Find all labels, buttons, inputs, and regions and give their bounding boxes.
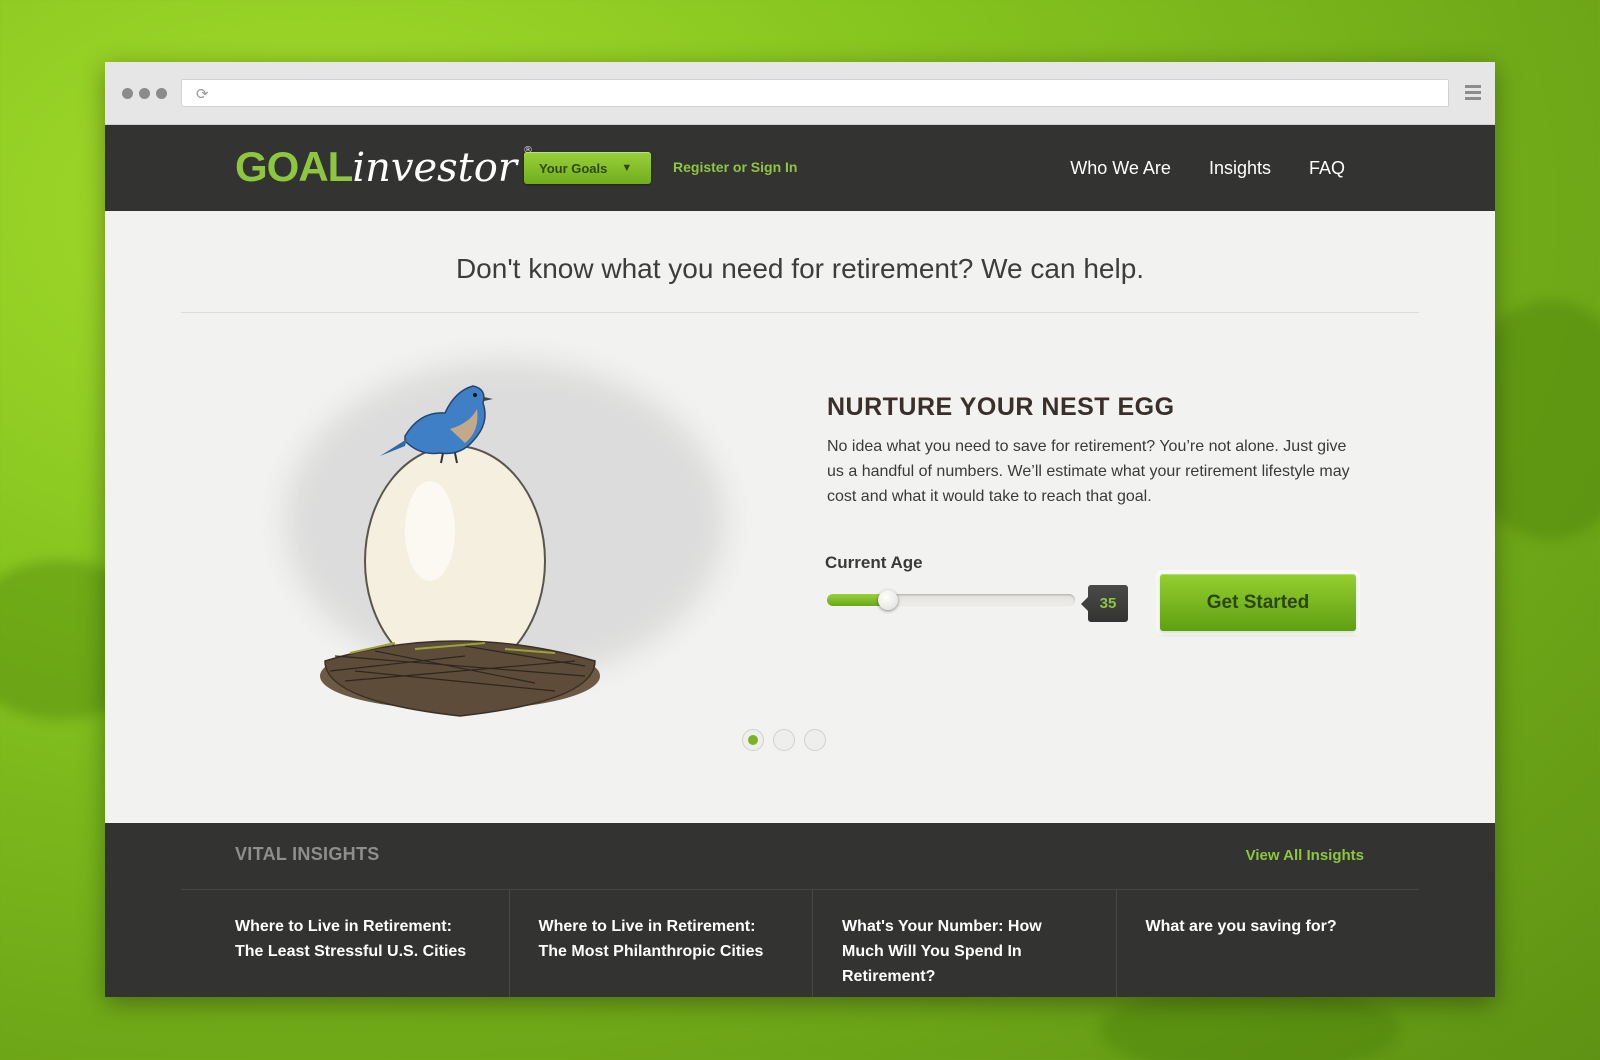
- nest-egg-illustration: [255, 331, 755, 731]
- logo-goal: GOAL: [235, 143, 353, 190]
- your-goals-dropdown[interactable]: Your Goals ▼: [524, 152, 651, 184]
- address-bar[interactable]: ⟳: [181, 79, 1449, 107]
- hero: Don't know what you need for retirement?…: [105, 211, 1495, 823]
- menu-icon[interactable]: [1465, 85, 1481, 103]
- caret-down-icon: ▼: [621, 162, 633, 174]
- get-started-button[interactable]: Get Started: [1160, 574, 1356, 631]
- article-link[interactable]: Where to Live in Retirement: The Most Ph…: [539, 914, 783, 964]
- browser-window: ⟳ GOALinvestor ® Your Goals ▼ Register o…: [105, 62, 1495, 997]
- browser-chrome: ⟳: [105, 62, 1495, 125]
- current-age-label: Current Age: [825, 553, 923, 572]
- site-header: GOALinvestor ® Your Goals ▼ Register or …: [105, 125, 1495, 211]
- view-all-insights-link[interactable]: View All Insights: [1246, 847, 1364, 864]
- hero-headline: Don't know what you need for retirement?…: [455, 253, 1145, 284]
- age-value-badge: 35: [1081, 585, 1128, 622]
- register-sign-in-link[interactable]: Register or Sign In: [673, 159, 797, 175]
- article-card: What's Your Number: How Much Will You Sp…: [813, 889, 1117, 997]
- article-card: Where to Live in Retirement: The Most Ph…: [510, 889, 813, 997]
- promo: NURTURE YOUR NEST EGG No idea what you n…: [827, 393, 1367, 509]
- age-slider-thumb[interactable]: [877, 590, 898, 610]
- nav-insights[interactable]: Insights: [1209, 158, 1271, 179]
- vital-insights: VITAL INSIGHTS View All Insights Where t…: [105, 823, 1495, 997]
- your-goals-label: Your Goals: [539, 160, 608, 176]
- article-link[interactable]: What are you saving for?: [1146, 914, 1390, 939]
- article-link[interactable]: What's Your Number: How Much Will You Sp…: [842, 914, 1086, 989]
- pager-dot[interactable]: [804, 729, 826, 751]
- article-card: Where to Live in Retirement: The Least S…: [181, 889, 510, 997]
- carousel-pager: [742, 729, 826, 751]
- insights-articles: Where to Live in Retirement: The Least S…: [181, 889, 1419, 997]
- pager-dot[interactable]: [742, 729, 764, 751]
- nav-faq[interactable]: FAQ: [1309, 158, 1345, 179]
- divider: [181, 312, 1419, 313]
- article-card: What are you saving for?: [1117, 889, 1420, 997]
- promo-title: NURTURE YOUR NEST EGG: [827, 393, 1175, 421]
- article-link[interactable]: Where to Live in Retirement: The Least S…: [235, 914, 479, 964]
- pager-dot[interactable]: [773, 729, 795, 751]
- age-slider[interactable]: [827, 590, 1075, 610]
- reload-icon[interactable]: ⟳: [196, 85, 209, 103]
- insights-title: VITAL INSIGHTS: [235, 844, 380, 864]
- main-nav: Who We Are Insights FAQ: [1070, 158, 1345, 179]
- window-controls[interactable]: [122, 88, 167, 99]
- nav-who-we-are[interactable]: Who We Are: [1070, 158, 1171, 179]
- promo-text: No idea what you need to save for retire…: [827, 438, 1350, 505]
- logo[interactable]: GOALinvestor ®: [235, 143, 533, 191]
- logo-investor: investor: [352, 145, 517, 191]
